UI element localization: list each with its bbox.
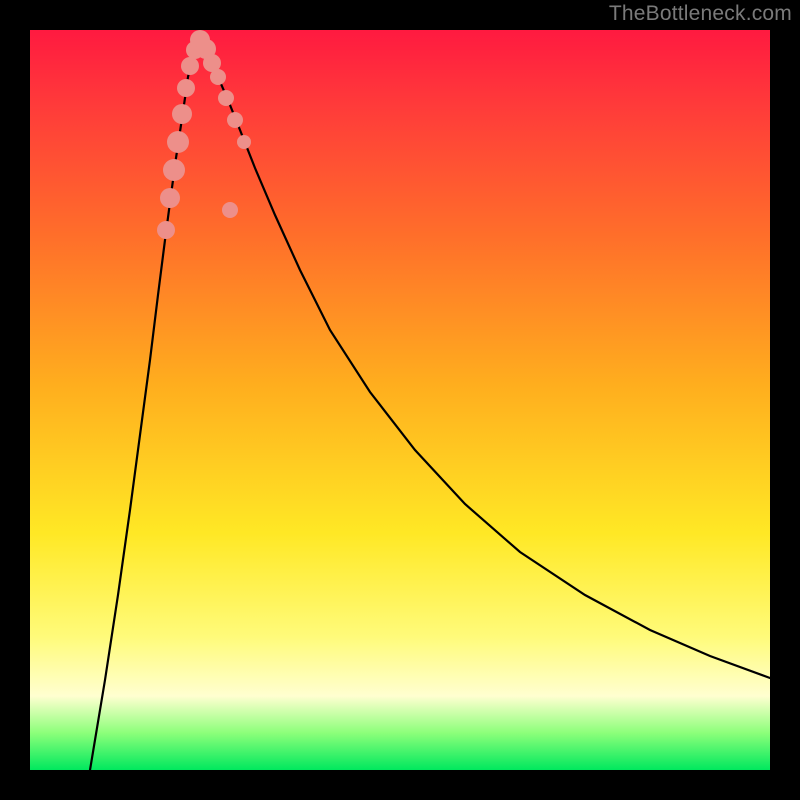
- plot-area: [30, 30, 770, 770]
- chart-frame: TheBottleneck.com: [0, 0, 800, 800]
- marker-dot: [227, 112, 243, 128]
- marker-dot: [160, 188, 180, 208]
- marker-dot: [210, 69, 226, 85]
- marker-dot: [181, 57, 199, 75]
- chart-svg: [30, 30, 770, 770]
- marker-dot: [163, 159, 185, 181]
- curve-right-curve: [200, 38, 770, 678]
- marker-dot: [157, 221, 175, 239]
- marker-dot: [237, 135, 251, 149]
- marker-dot: [167, 131, 189, 153]
- marker-dot: [222, 202, 238, 218]
- marker-dot: [218, 90, 234, 106]
- watermark-text: TheBottleneck.com: [609, 2, 792, 26]
- marker-dot: [177, 79, 195, 97]
- marker-dot: [172, 104, 192, 124]
